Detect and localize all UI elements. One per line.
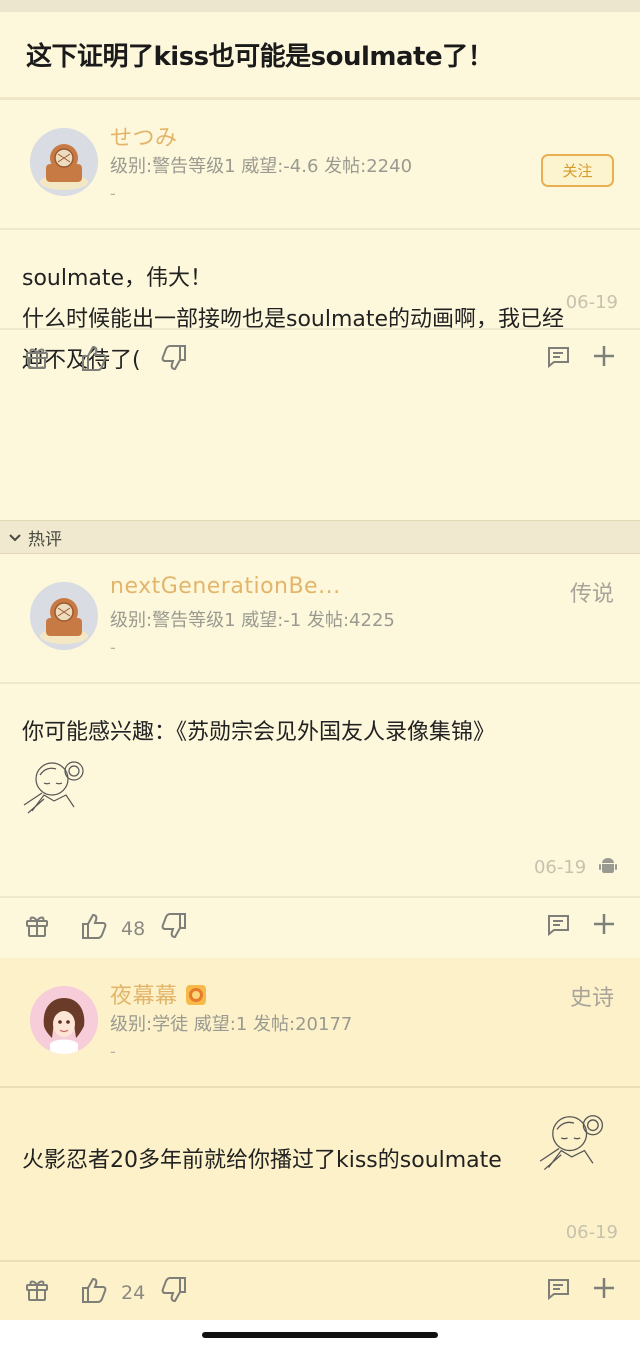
action-bar: 48 bbox=[0, 896, 640, 956]
sticker-image bbox=[23, 761, 84, 814]
thumbs-down-icon[interactable] bbox=[160, 1276, 188, 1304]
thread-title-bar: 这下证明了kiss也可能是soulmate了！ bbox=[0, 12, 640, 100]
post-date: 06-19 bbox=[565, 292, 618, 313]
rank-badge: 史诗 bbox=[569, 986, 614, 1011]
sticker-image bbox=[539, 1115, 604, 1171]
post-date: 06-19 bbox=[534, 856, 618, 881]
thread-title: 这下证明了kiss也可能是soulmate了！ bbox=[26, 42, 494, 72]
comment-icon[interactable] bbox=[545, 344, 571, 370]
thumbs-up-icon[interactable] bbox=[80, 344, 108, 372]
thumbs-down-icon[interactable] bbox=[160, 344, 188, 372]
username[interactable]: nextGenerationBe... bbox=[110, 574, 341, 599]
date-text: 06-19 bbox=[533, 857, 587, 878]
gift-icon[interactable] bbox=[24, 912, 50, 938]
post-content: 你可能感兴趣：《苏勋宗会见外国友人录像集锦》 bbox=[0, 684, 640, 817]
chevron-down-icon bbox=[9, 534, 21, 542]
like-count: 48 bbox=[121, 918, 146, 940]
post-header: せつみ 级别:警告等级1 威望:-4.6 发帖:2240 - 关注 bbox=[0, 100, 640, 230]
avatar[interactable] bbox=[30, 582, 98, 650]
username[interactable]: 夜幕幕 bbox=[110, 978, 207, 1012]
post-date: 06-19 bbox=[565, 1222, 618, 1243]
post-header: nextGenerationBe... 级别:警告等级1 威望:-1 发帖:42… bbox=[0, 554, 640, 684]
username[interactable]: せつみ bbox=[110, 120, 178, 152]
comment-post: nextGenerationBe... 级别:警告等级1 威望:-1 发帖:42… bbox=[0, 554, 640, 958]
plus-icon[interactable] bbox=[592, 912, 616, 936]
post-header: 夜幕幕 级别:学徒 威望:1 发帖:20177 - 史诗 bbox=[0, 958, 640, 1088]
user-meta: 级别:警告等级1 威望:-4.6 发帖:2240 bbox=[110, 156, 413, 177]
thumbs-up-icon[interactable] bbox=[80, 1276, 108, 1304]
user-signature: - bbox=[110, 638, 116, 657]
post-main: せつみ 级别:警告等级1 威望:-4.6 发帖:2240 - 关注 soulma… bbox=[0, 100, 640, 520]
action-bar: 24 bbox=[0, 1260, 640, 1320]
status-strip bbox=[0, 0, 640, 12]
content-line: soulmate，伟大！ bbox=[22, 266, 213, 291]
plus-icon[interactable] bbox=[592, 1276, 616, 1300]
action-bar bbox=[0, 328, 640, 388]
comment-icon[interactable] bbox=[545, 912, 571, 938]
comment-icon[interactable] bbox=[545, 1276, 571, 1302]
user-signature: - bbox=[110, 1042, 116, 1061]
follow-button[interactable]: 关注 bbox=[541, 154, 614, 187]
user-meta: 级别:警告等级1 威望:-1 发帖:4225 bbox=[110, 610, 395, 631]
content-text: 你可能感兴趣：《苏勋宗会见外国友人录像集锦》 bbox=[22, 720, 496, 745]
content-text: 火影忍者20多年前就给你播过了kiss的soulmate bbox=[22, 1148, 502, 1173]
thumbs-down-icon[interactable] bbox=[160, 912, 188, 940]
android-icon bbox=[598, 856, 618, 881]
home-indicator[interactable] bbox=[202, 1332, 438, 1338]
like-count: 24 bbox=[121, 1282, 146, 1304]
gift-icon[interactable] bbox=[24, 1276, 50, 1302]
comment-post-highlighted: 夜幕幕 级别:学徒 威望:1 发帖:20177 - 史诗 火影忍者20多年前就给… bbox=[0, 958, 640, 1320]
thumbs-up-icon[interactable] bbox=[80, 912, 108, 940]
medal-icon bbox=[185, 984, 207, 1012]
hot-comments-label: 热评 bbox=[28, 529, 62, 550]
post-content: 火影忍者20多年前就给你播过了kiss的soulmate bbox=[0, 1088, 640, 1181]
plus-icon[interactable] bbox=[592, 344, 616, 368]
avatar[interactable] bbox=[30, 128, 98, 196]
user-meta: 级别:学徒 威望:1 发帖:20177 bbox=[110, 1014, 353, 1035]
username-text: 夜幕幕 bbox=[110, 984, 178, 1009]
gift-icon[interactable] bbox=[24, 344, 50, 370]
hot-comments-divider[interactable]: 热评 bbox=[0, 520, 640, 554]
avatar[interactable] bbox=[30, 986, 98, 1054]
rank-badge: 传说 bbox=[569, 582, 614, 607]
user-signature: - bbox=[110, 184, 116, 203]
